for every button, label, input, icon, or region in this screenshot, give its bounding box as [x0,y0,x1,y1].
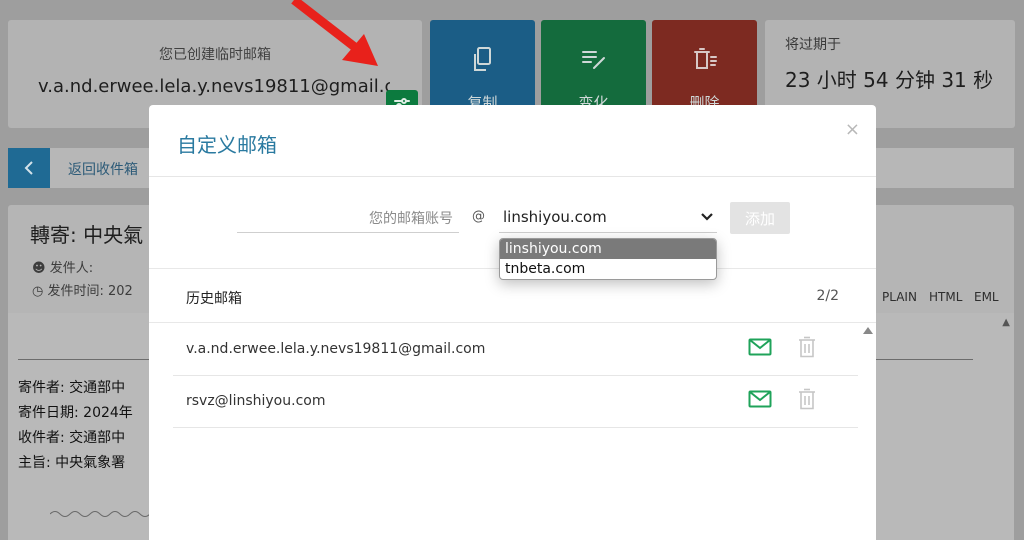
chevron-left-icon [24,161,33,175]
message-subject: 轉寄: 中央氣 [30,223,144,247]
format-plain-link[interactable]: PLAIN [882,290,917,304]
history-title: 历史邮箱 [186,291,242,307]
trash-icon [799,336,815,358]
use-email-button[interactable] [748,390,772,412]
body-line: 收件者: 交通部中 [18,430,126,446]
at-symbol: @ [472,209,485,224]
modal-header-divider [149,176,876,177]
delete-history-button[interactable] [798,388,816,414]
chevron-down-icon [701,213,713,221]
account-input[interactable] [237,205,459,233]
red-arrow-icon [291,0,378,66]
customize-email-modal: 自定义邮箱 × @ linshiyou.com 添加 历史邮箱 2/2 v.a.… [149,105,876,540]
history-address: v.a.nd.erwee.lela.y.nevs19811@gmail.com [186,341,486,357]
scroll-up-icon[interactable]: ▲ [1002,317,1010,328]
expiry-label: 将过期于 [785,37,841,53]
expiry-countdown: 23 小时 54 分钟 31 秒 [785,68,994,92]
user-icon: ☻ [32,261,46,276]
selected-domain: linshiyou.com [503,208,607,226]
close-icon[interactable]: × [845,119,860,140]
edit-icon [581,51,605,69]
delete-history-button[interactable] [798,336,816,362]
domain-dropdown: linshiyou.com tnbeta.com [499,238,717,280]
history-address: rsvz@linshiyou.com [186,393,326,409]
time-line: ◷ 发件时间: 202 [32,280,133,299]
history-count: 2/2 [816,288,839,304]
body-line: 主旨: 中央氣象署 [18,455,126,471]
back-button[interactable] [8,148,50,188]
history-row: v.a.nd.erwee.lela.y.nevs19811@gmail.com [173,324,858,376]
wavy-divider [50,511,160,517]
sender-label: 发件人: [49,261,94,276]
history-divider [149,322,876,323]
mail-icon [748,338,772,356]
mail-icon [748,390,772,408]
trash-icon [799,388,815,410]
body-line: 寄件者: 交通部中 [18,380,126,396]
modal-title: 自定义邮箱 [177,133,277,157]
domain-option[interactable]: tnbeta.com [500,259,716,279]
trash-icon [693,48,717,69]
body-line: 寄件日期: 2024年 [18,405,133,421]
sender-line: ☻ 发件人: [32,257,93,276]
add-button[interactable]: 添加 [730,202,790,234]
copy-icon [473,47,491,71]
back-to-inbox-link[interactable]: 返回收件箱 [68,159,138,179]
scroll-up-icon[interactable] [863,327,873,334]
domain-option[interactable]: linshiyou.com [500,239,716,259]
use-email-button[interactable] [748,338,772,360]
time-label: 发件时间: 202 [47,284,133,299]
history-row: rsvz@linshiyou.com [173,376,858,428]
format-eml-link[interactable]: EML [974,290,999,304]
format-html-link[interactable]: HTML [929,290,962,304]
clock-icon: ◷ [32,284,44,299]
domain-select[interactable]: linshiyou.com [499,203,717,233]
